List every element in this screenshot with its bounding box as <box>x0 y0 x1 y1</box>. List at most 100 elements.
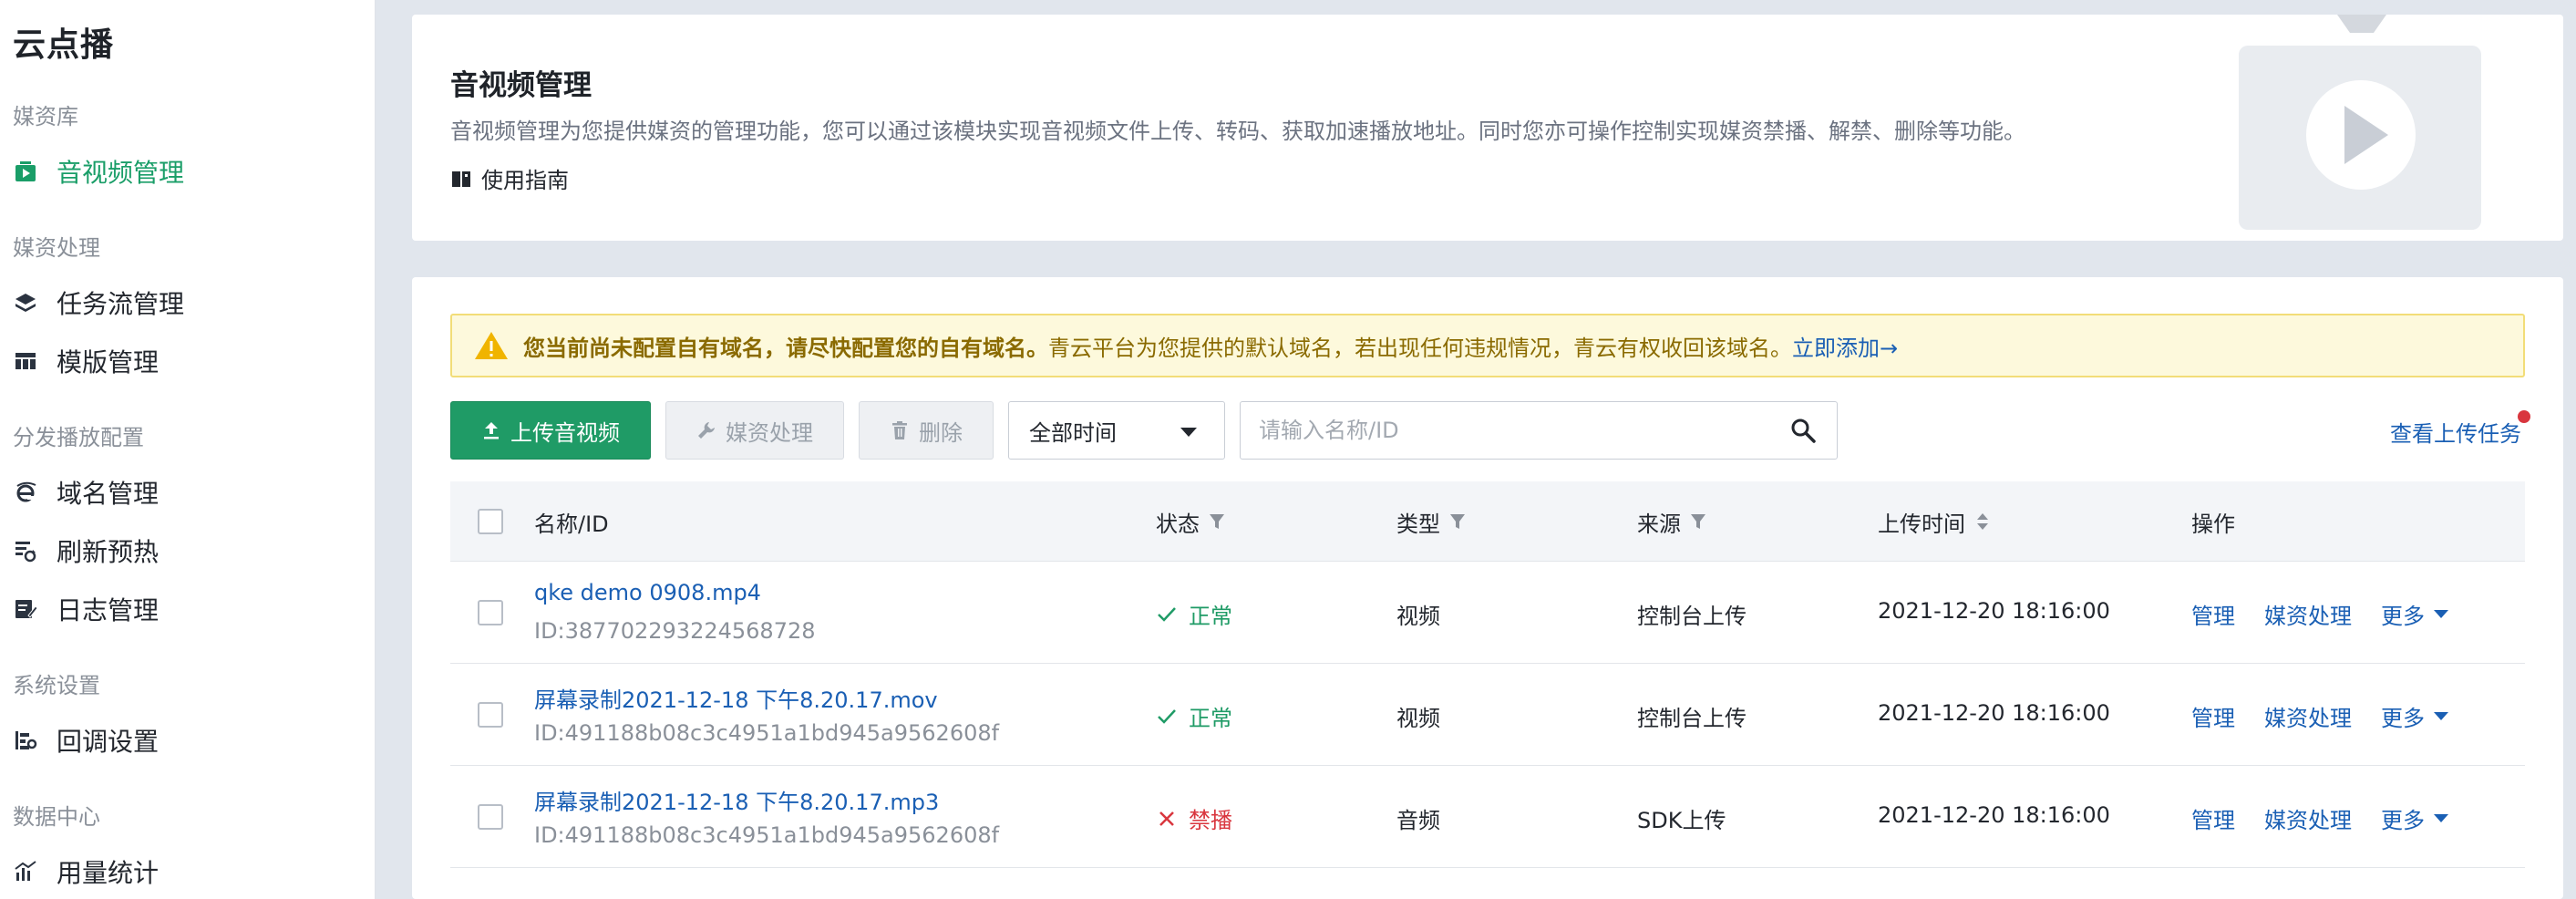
media-type: 视频 <box>1396 706 1440 731</box>
column-header-name: 名称/ID <box>534 511 609 537</box>
sidebar-item-label: 回调设置 <box>57 727 160 757</box>
column-header-actions: 操作 <box>2191 511 2235 537</box>
media-upload-time: 2021-12-20 18:16:00 <box>1878 598 2110 624</box>
row-checkbox[interactable] <box>478 600 503 625</box>
select-all-checkbox[interactable] <box>478 509 503 534</box>
chevron-down-icon <box>1180 428 1197 437</box>
delete-label: 删除 <box>919 419 963 446</box>
app-title: 云点播 <box>13 26 115 64</box>
sidebar-item-templates[interactable]: 模版管理 <box>13 339 359 383</box>
filter-icon[interactable] <box>1690 512 1706 531</box>
search-icon[interactable] <box>1789 417 1817 444</box>
manage-action[interactable]: 管理 <box>2191 802 2235 834</box>
upload-icon <box>484 422 499 439</box>
sidebar-item-refresh-preheat[interactable]: 刷新预热 <box>13 529 359 573</box>
manage-action[interactable]: 管理 <box>2191 700 2235 732</box>
notification-dot <box>2518 410 2530 423</box>
usage-chart-icon <box>13 859 38 884</box>
sidebar-group-media-processing: 媒资处理 <box>13 235 100 261</box>
column-header-source[interactable]: 来源 <box>1637 481 1706 562</box>
media-source: 控制台上传 <box>1637 604 1747 629</box>
more-actions-dropdown[interactable]: 更多 <box>2381 598 2448 630</box>
log-edit-icon <box>13 596 38 622</box>
sidebar-item-label: 模版管理 <box>57 347 160 377</box>
status-badge: 正常 <box>1156 598 1232 630</box>
media-source: SDK上传 <box>1637 808 1726 833</box>
check-icon <box>1158 708 1176 724</box>
media-process-action[interactable]: 媒资处理 <box>2264 802 2352 834</box>
media-library-icon <box>13 159 38 184</box>
delete-button[interactable]: 删除 <box>859 401 994 460</box>
media-upload-time: 2021-12-20 18:16:00 <box>1878 700 2110 726</box>
sidebar-item-usage[interactable]: 用量统计 <box>13 850 359 894</box>
more-actions-dropdown[interactable]: 更多 <box>2381 802 2448 834</box>
row-checkbox[interactable] <box>478 804 503 830</box>
filter-icon[interactable] <box>1209 512 1225 531</box>
table-row: qke demo 0908.mp4 ID:387702293224568728 … <box>450 562 2525 664</box>
column-header-type[interactable]: 类型 <box>1396 481 1466 562</box>
media-type: 音频 <box>1396 808 1440 833</box>
sidebar-item-media-management[interactable]: 音视频管理 <box>13 150 359 193</box>
column-header-upload-time[interactable]: 上传时间 <box>1878 481 1991 562</box>
toolbar: 上传音视频 媒资处理 删除 全部时间 查看上传任务 <box>450 401 2530 461</box>
column-header-status[interactable]: 状态 <box>1156 481 1225 562</box>
sidebar-group-distribution: 分发播放配置 <box>13 425 144 450</box>
sidebar-group-media-library: 媒资库 <box>13 104 78 129</box>
view-upload-tasks-link[interactable]: 查看上传任务 <box>2390 410 2530 448</box>
filter-icon[interactable] <box>1449 512 1466 531</box>
media-process-action[interactable]: 媒资处理 <box>2264 700 2352 732</box>
warning-triangle-icon <box>475 332 508 359</box>
media-name-link[interactable]: 屏幕录制2021-12-18 下午8.20.17.mp3 <box>534 784 939 816</box>
page-title: 音视频管理 <box>450 69 592 102</box>
media-name-link[interactable]: qke demo 0908.mp4 <box>534 580 761 605</box>
wrench-icon <box>698 422 715 439</box>
sidebar-item-callback-settings[interactable]: 回调设置 <box>13 718 359 762</box>
media-upload-time: 2021-12-20 18:16:00 <box>1878 802 2110 828</box>
media-table: 名称/ID 状态 类型 来源 上传时间 操作 qke demo 0908.mp4 <box>450 481 2525 868</box>
book-icon <box>452 170 470 187</box>
table-header: 名称/ID 状态 类型 来源 上传时间 操作 <box>450 481 2525 562</box>
usage-guide-link[interactable]: 使用指南 <box>450 162 569 194</box>
search-input[interactable] <box>1259 402 1769 459</box>
domain-e-icon <box>13 480 38 505</box>
callback-settings-icon <box>13 728 38 753</box>
upload-media-label: 上传音视频 <box>510 419 620 446</box>
view-upload-tasks-label: 查看上传任务 <box>2390 421 2521 447</box>
search-box <box>1240 401 1838 460</box>
chevron-down-icon <box>2434 814 2448 822</box>
sidebar-item-label: 日志管理 <box>57 595 160 625</box>
add-domain-link[interactable]: 立即添加→ <box>1792 330 1898 362</box>
sidebar-item-workflow[interactable]: 任务流管理 <box>13 281 359 325</box>
status-badge: 正常 <box>1156 700 1232 732</box>
time-filter-value: 全部时间 <box>1029 419 1117 446</box>
media-id: ID:491188b08c3c4951a1bd945a9562608f <box>534 822 1000 848</box>
manage-action[interactable]: 管理 <box>2191 598 2235 630</box>
sidebar-item-domains[interactable]: 域名管理 <box>13 470 359 514</box>
media-id: ID:491188b08c3c4951a1bd945a9562608f <box>534 720 1000 746</box>
refresh-list-icon <box>13 538 38 563</box>
media-process-action[interactable]: 媒资处理 <box>2264 598 2352 630</box>
media-source: 控制台上传 <box>1637 706 1747 731</box>
sidebar-group-system-settings: 系统设置 <box>13 673 100 698</box>
upload-media-button[interactable]: 上传音视频 <box>450 401 651 460</box>
sidebar-item-label: 刷新预热 <box>57 537 160 567</box>
chevron-down-icon <box>2434 712 2448 720</box>
template-grid-icon <box>13 348 38 374</box>
sidebar-item-label: 用量统计 <box>57 858 160 888</box>
time-filter-select[interactable]: 全部时间 <box>1008 401 1225 460</box>
sidebar-group-data-center: 数据中心 <box>13 804 100 830</box>
more-actions-dropdown[interactable]: 更多 <box>2381 700 2448 732</box>
sidebar-item-label: 域名管理 <box>57 479 160 509</box>
row-checkbox[interactable] <box>478 702 503 728</box>
media-list-panel: 您当前尚未配置自有域名，请尽快配置您的自有域名。 青云平台为您提供的默认域名，若… <box>412 277 2563 899</box>
media-process-label: 媒资处理 <box>726 419 813 446</box>
media-process-button[interactable]: 媒资处理 <box>665 401 844 460</box>
media-name-link[interactable]: 屏幕录制2021-12-18 下午8.20.17.mov <box>534 682 938 714</box>
sort-icon[interactable] <box>1974 512 1991 531</box>
alert-strong-text: 您当前尚未配置自有域名，请尽快配置您的自有域名。 <box>523 335 1048 361</box>
close-icon <box>1159 811 1174 826</box>
table-row: 屏幕录制2021-12-18 下午8.20.17.mov ID:491188b0… <box>450 664 2525 766</box>
usage-guide-label: 使用指南 <box>481 168 569 193</box>
sidebar-item-logs[interactable]: 日志管理 <box>13 587 359 631</box>
check-icon <box>1158 606 1176 622</box>
